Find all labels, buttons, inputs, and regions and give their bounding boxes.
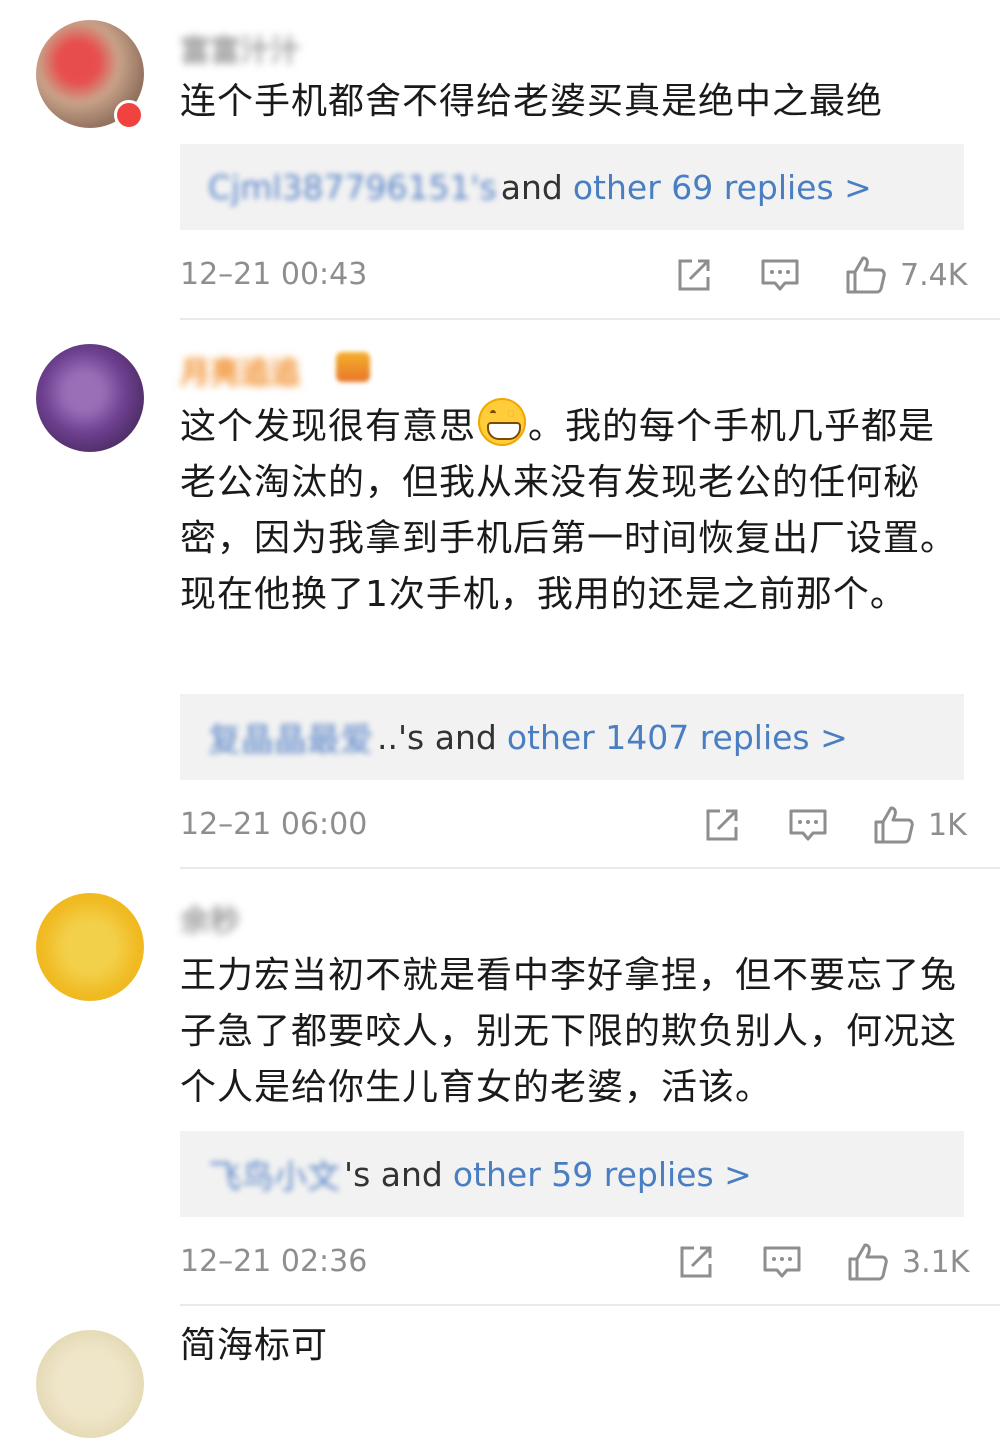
grinning-emoji-icon xyxy=(478,398,527,446)
thumbs-up-icon xyxy=(846,1240,890,1284)
username[interactable]: 余秒 xyxy=(180,896,240,940)
verified-badge-icon xyxy=(114,100,144,130)
thumbs-up-icon xyxy=(844,253,888,297)
comment-button[interactable] xyxy=(786,803,830,847)
comment-icon xyxy=(758,253,802,297)
replies-link[interactable]: 飞鸟小文 's and other 59 replies > xyxy=(180,1131,964,1217)
comment-button[interactable] xyxy=(760,1240,804,1284)
reply-username: 飞鸟小文 xyxy=(208,1157,340,1196)
replies-link[interactable]: Cjml387796151's and other 69 replies > xyxy=(180,144,964,230)
avatar[interactable] xyxy=(36,1330,144,1438)
comment-meta: 12–21 02:36 3.1K xyxy=(180,1232,969,1292)
comment-text-part: 这个发现很有意思 xyxy=(180,406,477,447)
more-replies-link[interactable]: other 69 replies > xyxy=(573,168,872,207)
divider xyxy=(180,1304,1000,1306)
like-button[interactable]: 3.1K xyxy=(846,1240,969,1284)
avatar[interactable] xyxy=(36,893,144,1001)
share-icon xyxy=(674,1240,718,1284)
like-count: 7.4K xyxy=(900,257,968,293)
timestamp: 12–21 00:43 xyxy=(180,257,368,292)
timestamp: 12–21 06:00 xyxy=(180,807,368,842)
username[interactable]: 月亮追追 xyxy=(180,348,300,392)
like-count: 1K xyxy=(928,807,967,843)
reply-and-text: ..'s and xyxy=(377,717,497,757)
share-icon xyxy=(700,803,744,847)
like-button[interactable]: 1K xyxy=(872,803,967,847)
comment-meta: 12–21 00:43 7.4K xyxy=(180,245,967,305)
replies-link[interactable]: 复晶晶最爱 ..'s and other 1407 replies > xyxy=(180,694,964,780)
comment-icon xyxy=(786,803,830,847)
comment-text: 连个手机都舍不得给老婆买真是绝中之最绝 xyxy=(180,81,884,122)
comment-icon xyxy=(760,1240,804,1284)
reply-username: 复晶晶最爱 xyxy=(208,720,373,759)
thumbs-up-icon xyxy=(872,803,916,847)
reply-username: Cjml387796151's xyxy=(208,167,497,207)
divider xyxy=(180,867,1000,869)
share-icon xyxy=(672,253,716,297)
avatar[interactable] xyxy=(36,344,144,452)
comment-text: 简海标可 xyxy=(180,1325,329,1366)
reply-and-text: 's and xyxy=(344,1154,443,1194)
comment-text: 这个发现很有意思 。我的每个手机几乎都是老公淘汰的，但我从来没有发现老公的任何秘密… xyxy=(180,398,960,623)
divider xyxy=(180,318,1000,320)
comment-text: 王力宏当初不就是看中李好拿捏，但不要忘了兔子急了都要咬人，别无下限的欺负别人，何… xyxy=(180,955,958,1108)
reply-and-text: and xyxy=(500,167,563,207)
vip-crown-icon xyxy=(336,352,370,382)
like-count: 3.1K xyxy=(902,1244,970,1280)
share-button[interactable] xyxy=(700,803,744,847)
comment-button[interactable] xyxy=(758,253,802,297)
like-button[interactable]: 7.4K xyxy=(844,253,967,297)
more-replies-link[interactable]: other 1407 replies > xyxy=(507,718,848,757)
comment-meta: 12–21 06:00 1K xyxy=(180,795,967,855)
timestamp: 12–21 02:36 xyxy=(180,1244,368,1279)
username[interactable]: 富富汁汁 xyxy=(180,26,300,70)
more-replies-link[interactable]: other 59 replies > xyxy=(453,1155,752,1194)
share-button[interactable] xyxy=(674,1240,718,1284)
share-button[interactable] xyxy=(672,253,716,297)
